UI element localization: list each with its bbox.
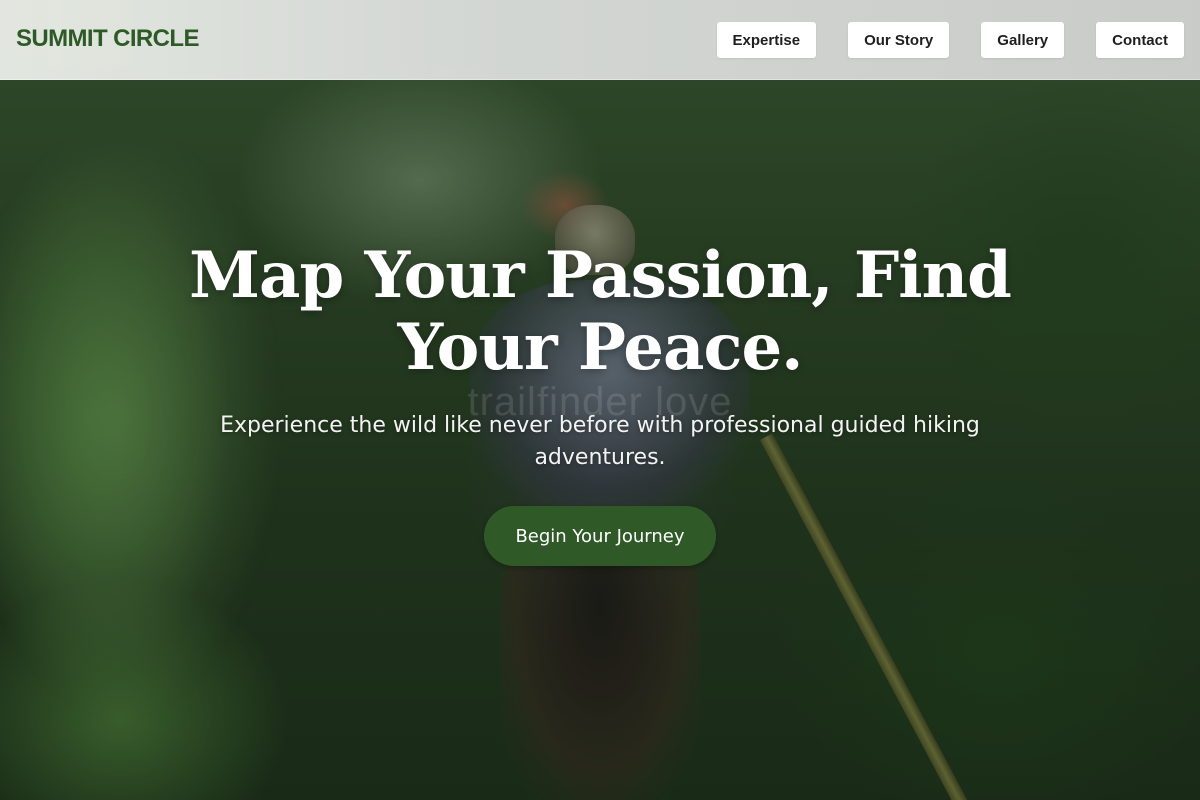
nav-our-story-button[interactable]: Our Story bbox=[848, 22, 950, 58]
landing-page: SUMMIT CIRCLE Expertise Our Story Galler… bbox=[0, 0, 1200, 800]
nav-expertise-button[interactable]: Expertise bbox=[716, 22, 817, 58]
hero-headline: Map Your Passion, Find Your Peace. bbox=[189, 238, 1012, 385]
hero-section: trailfinder love Map Your Passion, Find … bbox=[0, 240, 1200, 566]
nav-gallery-button[interactable]: Gallery bbox=[981, 22, 1065, 58]
begin-journey-button[interactable]: Begin Your Journey bbox=[484, 506, 716, 566]
site-header: SUMMIT CIRCLE Expertise Our Story Galler… bbox=[0, 0, 1200, 80]
background-watermark-text: trailfinder love bbox=[467, 380, 733, 424]
nav-contact-button[interactable]: Contact bbox=[1096, 22, 1184, 58]
site-logo[interactable]: SUMMIT CIRCLE bbox=[16, 25, 199, 53]
main-nav: Expertise Our Story Gallery Contact bbox=[716, 22, 1184, 58]
